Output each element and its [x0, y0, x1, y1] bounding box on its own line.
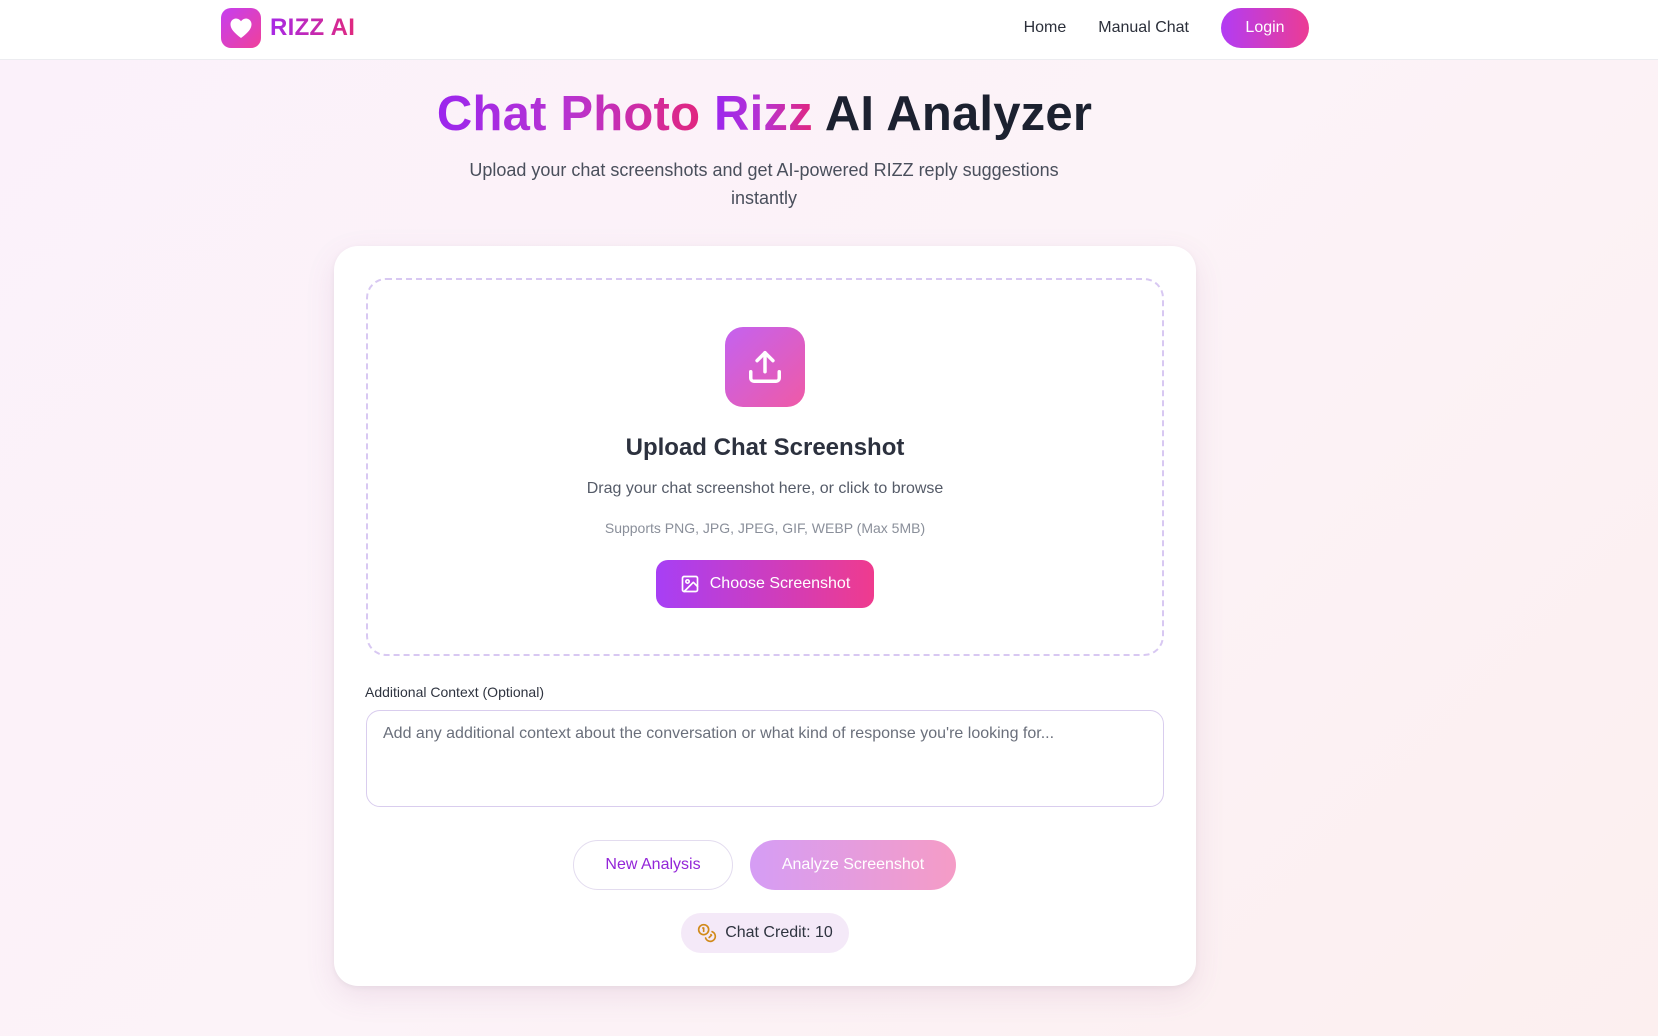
- choose-screenshot-label: Choose Screenshot: [709, 575, 851, 592]
- nav-link-home[interactable]: Home: [1024, 8, 1067, 48]
- new-analysis-button[interactable]: New Analysis: [573, 840, 733, 890]
- analyze-screenshot-button[interactable]: Analyze Screenshot: [750, 840, 956, 890]
- upload-title: Upload Chat Screenshot: [625, 434, 905, 461]
- upload-supported-formats: Supports PNG, JPG, JPEG, GIF, WEBP (Max …: [604, 520, 926, 536]
- title-rest: AI Analyzer: [824, 87, 1093, 141]
- upload-description: Drag your chat screenshot here, or click…: [586, 480, 944, 497]
- image-icon: [681, 575, 699, 593]
- title-highlight-1: Chat Photo: [436, 87, 701, 141]
- nav-links: Home Manual Chat Login: [1024, 8, 1309, 48]
- top-navbar: RIZZ AI Home Manual Chat Login: [0, 0, 1658, 60]
- coins-icon: [698, 923, 717, 943]
- heart-icon: [221, 8, 261, 48]
- chat-credit-label: Chat Credit: 10: [725, 924, 833, 941]
- page-subtitle: Upload your chat screenshots and get AI-…: [469, 160, 1059, 208]
- page-title: Chat Photo Rizz AI Analyzer: [0, 86, 1529, 142]
- context-textarea[interactable]: [366, 710, 1164, 807]
- brand-name: RIZZ AI: [270, 14, 356, 41]
- upload-dropzone[interactable]: Upload Chat Screenshot Drag your chat sc…: [366, 278, 1164, 656]
- chat-credit-badge: Chat Credit: 10: [681, 913, 849, 953]
- upload-icon: [725, 327, 805, 407]
- context-label: Additional Context (Optional): [365, 684, 544, 700]
- upload-card: Upload Chat Screenshot Drag your chat sc…: [334, 246, 1196, 986]
- brand[interactable]: RIZZ AI: [221, 8, 355, 48]
- title-highlight-2: Rizz: [714, 87, 813, 141]
- login-button[interactable]: Login: [1221, 8, 1309, 48]
- nav-link-manual-chat[interactable]: Manual Chat: [1098, 8, 1189, 48]
- choose-screenshot-button[interactable]: Choose Screenshot: [656, 560, 874, 608]
